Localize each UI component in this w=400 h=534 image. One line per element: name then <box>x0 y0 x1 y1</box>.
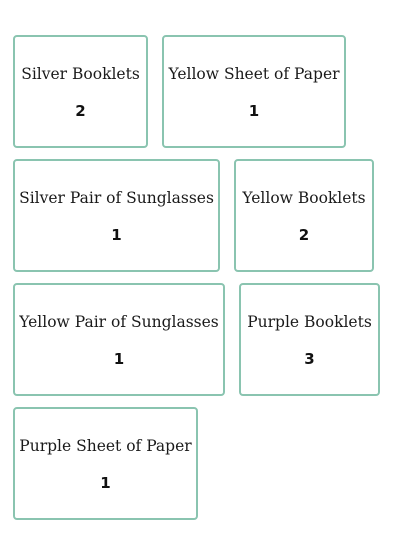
item-name: Silver Booklets <box>21 65 140 83</box>
item-card-yellow-pair-of-sunglasses[interactable]: Yellow Pair of Sunglasses 1 <box>13 283 225 396</box>
item-count: 2 <box>75 102 86 120</box>
item-name: Yellow Sheet of Paper <box>168 65 340 83</box>
item-name: Yellow Booklets <box>242 189 366 207</box>
item-count: 2 <box>298 226 310 244</box>
item-card-silver-booklets[interactable]: Silver Booklets 2 <box>13 35 148 148</box>
item-card-yellow-sheet-of-paper[interactable]: Yellow Sheet of Paper 1 <box>162 35 346 148</box>
item-card-silver-pair-of-sunglasses[interactable]: Silver Pair of Sunglasses 1 <box>13 159 220 272</box>
item-count: 1 <box>113 350 125 368</box>
item-count: 1 <box>111 226 122 244</box>
item-card-purple-sheet-of-paper[interactable]: Purple Sheet of Paper 1 <box>13 407 198 520</box>
item-card-purple-booklets[interactable]: Purple Booklets 3 <box>239 283 380 396</box>
item-card-yellow-booklets[interactable]: Yellow Booklets 2 <box>234 159 374 272</box>
item-count: 3 <box>304 350 315 368</box>
item-name: Yellow Pair of Sunglasses <box>19 313 219 331</box>
item-count: 1 <box>248 102 260 120</box>
item-count: 1 <box>100 474 111 492</box>
item-name: Silver Pair of Sunglasses <box>19 189 214 207</box>
item-name: Purple Booklets <box>247 313 372 331</box>
item-name: Purple Sheet of Paper <box>19 437 192 455</box>
